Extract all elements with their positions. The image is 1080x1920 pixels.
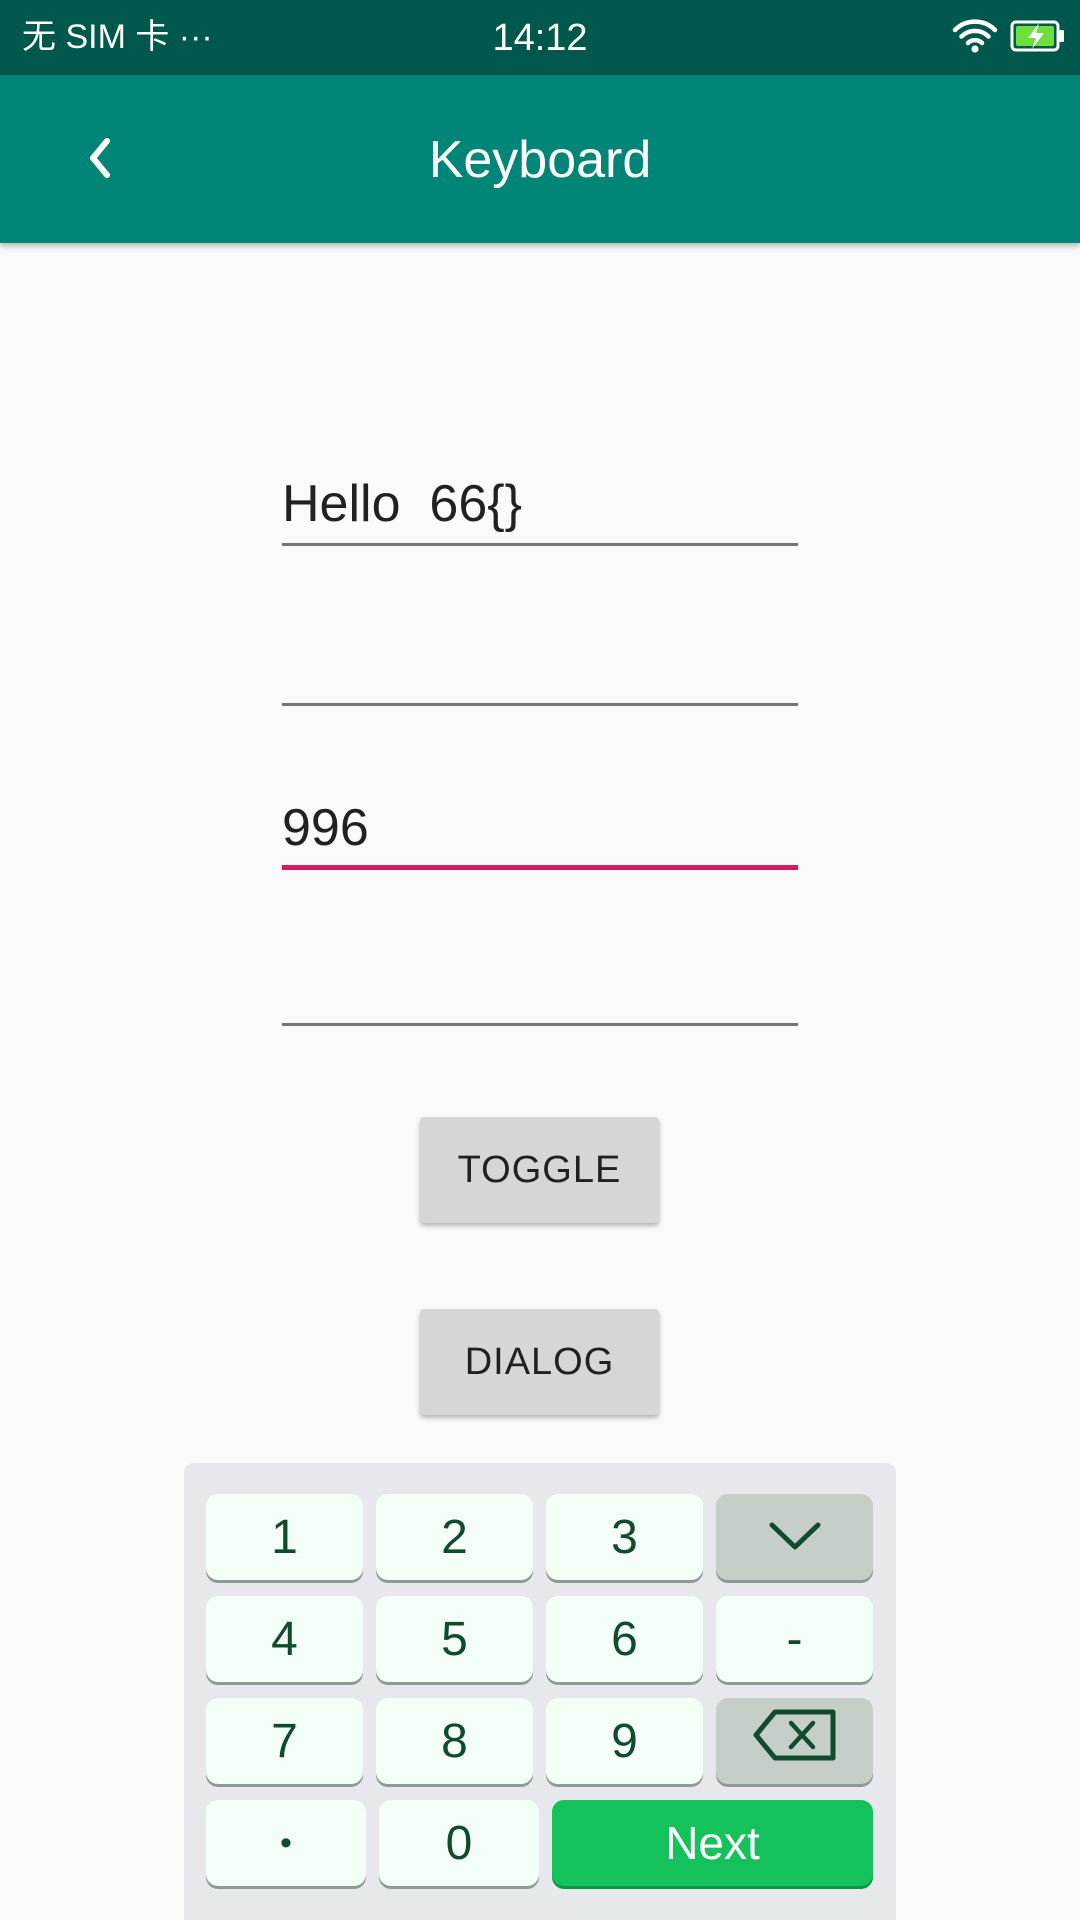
backspace-icon: [753, 1708, 837, 1774]
text-field-2-underline: [282, 703, 798, 706]
key-3[interactable]: 3: [546, 1494, 703, 1580]
text-field-1[interactable]: Hello 66{}: [282, 456, 798, 546]
next-button[interactable]: Next: [552, 1800, 873, 1886]
status-bar: 无 SIM 卡 ··· 14:12: [0, 0, 1080, 75]
key-6[interactable]: 6: [546, 1596, 703, 1682]
numeric-keyboard: 1 2 3 4 5 6 - 7 8 9 • 0 Next: [184, 1463, 896, 1920]
key-2[interactable]: 2: [376, 1494, 533, 1580]
text-field-2[interactable]: [282, 616, 798, 706]
collapse-keyboard-button[interactable]: [716, 1494, 873, 1580]
page-title: Keyboard: [428, 131, 652, 189]
status-time: 14:12: [492, 17, 588, 59]
key-0[interactable]: 0: [379, 1800, 539, 1886]
backspace-button[interactable]: [716, 1698, 873, 1784]
toggle-button[interactable]: TOGGLE: [420, 1117, 659, 1223]
status-icons: [952, 18, 1066, 58]
key-7[interactable]: 7: [206, 1698, 363, 1784]
app-bar: Keyboard: [0, 75, 1080, 243]
battery-charging-icon: [1010, 19, 1066, 58]
key-8[interactable]: 8: [376, 1698, 533, 1784]
dialog-button[interactable]: DIALOG: [420, 1309, 659, 1415]
key-4[interactable]: 4: [206, 1596, 363, 1682]
text-field-1-underline: [282, 543, 798, 546]
text-field-4[interactable]: [282, 936, 798, 1026]
key-dash[interactable]: -: [716, 1596, 873, 1682]
text-field-3-underline: [282, 865, 798, 870]
text-field-1-value: Hello 66{}: [282, 475, 522, 533]
text-field-3[interactable]: 996: [282, 780, 798, 870]
wifi-icon: [952, 18, 998, 59]
text-field-3-value: 996: [282, 799, 369, 857]
chevron-down-icon: [767, 1510, 823, 1565]
key-5[interactable]: 5: [376, 1596, 533, 1682]
key-1[interactable]: 1: [206, 1494, 363, 1580]
text-field-4-underline: [282, 1023, 798, 1026]
key-dot[interactable]: •: [206, 1800, 366, 1886]
key-9[interactable]: 9: [546, 1698, 703, 1784]
